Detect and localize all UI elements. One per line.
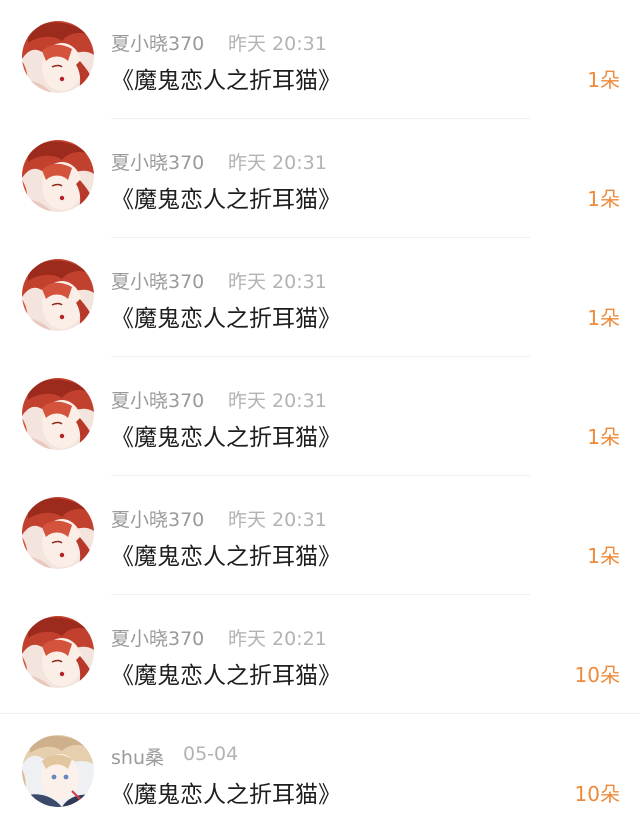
book-title[interactable]: 《魔鬼恋人之折耳猫》 [111, 537, 341, 571]
list-item[interactable]: 夏小晓370 昨天 20:31 《魔鬼恋人之折耳猫》 1朵 [0, 119, 640, 238]
avatar-image-icon [22, 616, 94, 688]
book-title[interactable]: 《魔鬼恋人之折耳猫》 [111, 61, 341, 95]
flower-count: 1朵 [587, 187, 620, 211]
flower-count: 1朵 [587, 544, 620, 568]
username[interactable]: 夏小晓370 [111, 267, 204, 294]
timestamp: 昨天 20:31 [228, 390, 327, 412]
avatar[interactable] [22, 140, 94, 212]
username[interactable]: 夏小晓370 [111, 29, 204, 56]
avatar-image-icon [22, 735, 94, 807]
timestamp: 05-04 [183, 743, 239, 765]
avatar-image-icon [22, 259, 94, 331]
timestamp: 昨天 20:31 [228, 33, 327, 55]
avatar[interactable] [22, 21, 94, 93]
flower-count: 10朵 [574, 782, 620, 806]
list-item[interactable]: 夏小晓370 昨天 20:21 《魔鬼恋人之折耳猫》 10朵 [0, 595, 640, 714]
gift-record-list: 夏小晓370 昨天 20:31 《魔鬼恋人之折耳猫》 1朵 夏小晓370 昨天 … [0, 0, 640, 840]
list-item[interactable]: 夏小晓370 昨天 20:31 《魔鬼恋人之折耳猫》 1朵 [0, 476, 640, 595]
username[interactable]: 夏小晓370 [111, 386, 204, 413]
avatar[interactable] [22, 259, 94, 331]
avatar-image-icon [22, 21, 94, 93]
avatar-image-icon [22, 497, 94, 569]
list-item[interactable]: 夏小晓370 昨天 20:31 《魔鬼恋人之折耳猫》 1朵 [0, 357, 640, 476]
username[interactable]: 夏小晓370 [111, 148, 204, 175]
flower-count: 1朵 [587, 68, 620, 92]
timestamp: 昨天 20:21 [228, 628, 327, 650]
book-title[interactable]: 《魔鬼恋人之折耳猫》 [111, 775, 341, 809]
avatar-image-icon [22, 378, 94, 450]
avatar-image-icon [22, 140, 94, 212]
book-title[interactable]: 《魔鬼恋人之折耳猫》 [111, 418, 341, 452]
avatar[interactable] [22, 378, 94, 450]
list-item[interactable]: 夏小晓370 昨天 20:31 《魔鬼恋人之折耳猫》 1朵 [0, 238, 640, 357]
book-title[interactable]: 《魔鬼恋人之折耳猫》 [111, 656, 341, 690]
timestamp: 昨天 20:31 [228, 509, 327, 531]
book-title[interactable]: 《魔鬼恋人之折耳猫》 [111, 180, 341, 214]
avatar[interactable] [22, 616, 94, 688]
username[interactable]: 夏小晓370 [111, 505, 204, 532]
book-title[interactable]: 《魔鬼恋人之折耳猫》 [111, 299, 341, 333]
list-item[interactable]: 夏小晓370 昨天 20:31 《魔鬼恋人之折耳猫》 1朵 [0, 0, 640, 119]
avatar[interactable] [22, 497, 94, 569]
avatar[interactable] [22, 735, 94, 807]
flower-count: 1朵 [587, 306, 620, 330]
list-item[interactable]: shu桑 05-04 《魔鬼恋人之折耳猫》 10朵 [0, 714, 640, 833]
username[interactable]: 夏小晓370 [111, 624, 204, 651]
flower-count: 1朵 [587, 425, 620, 449]
timestamp: 昨天 20:31 [228, 152, 327, 174]
flower-count: 10朵 [574, 663, 620, 687]
timestamp: 昨天 20:31 [228, 271, 327, 293]
username[interactable]: shu桑 [111, 743, 164, 770]
